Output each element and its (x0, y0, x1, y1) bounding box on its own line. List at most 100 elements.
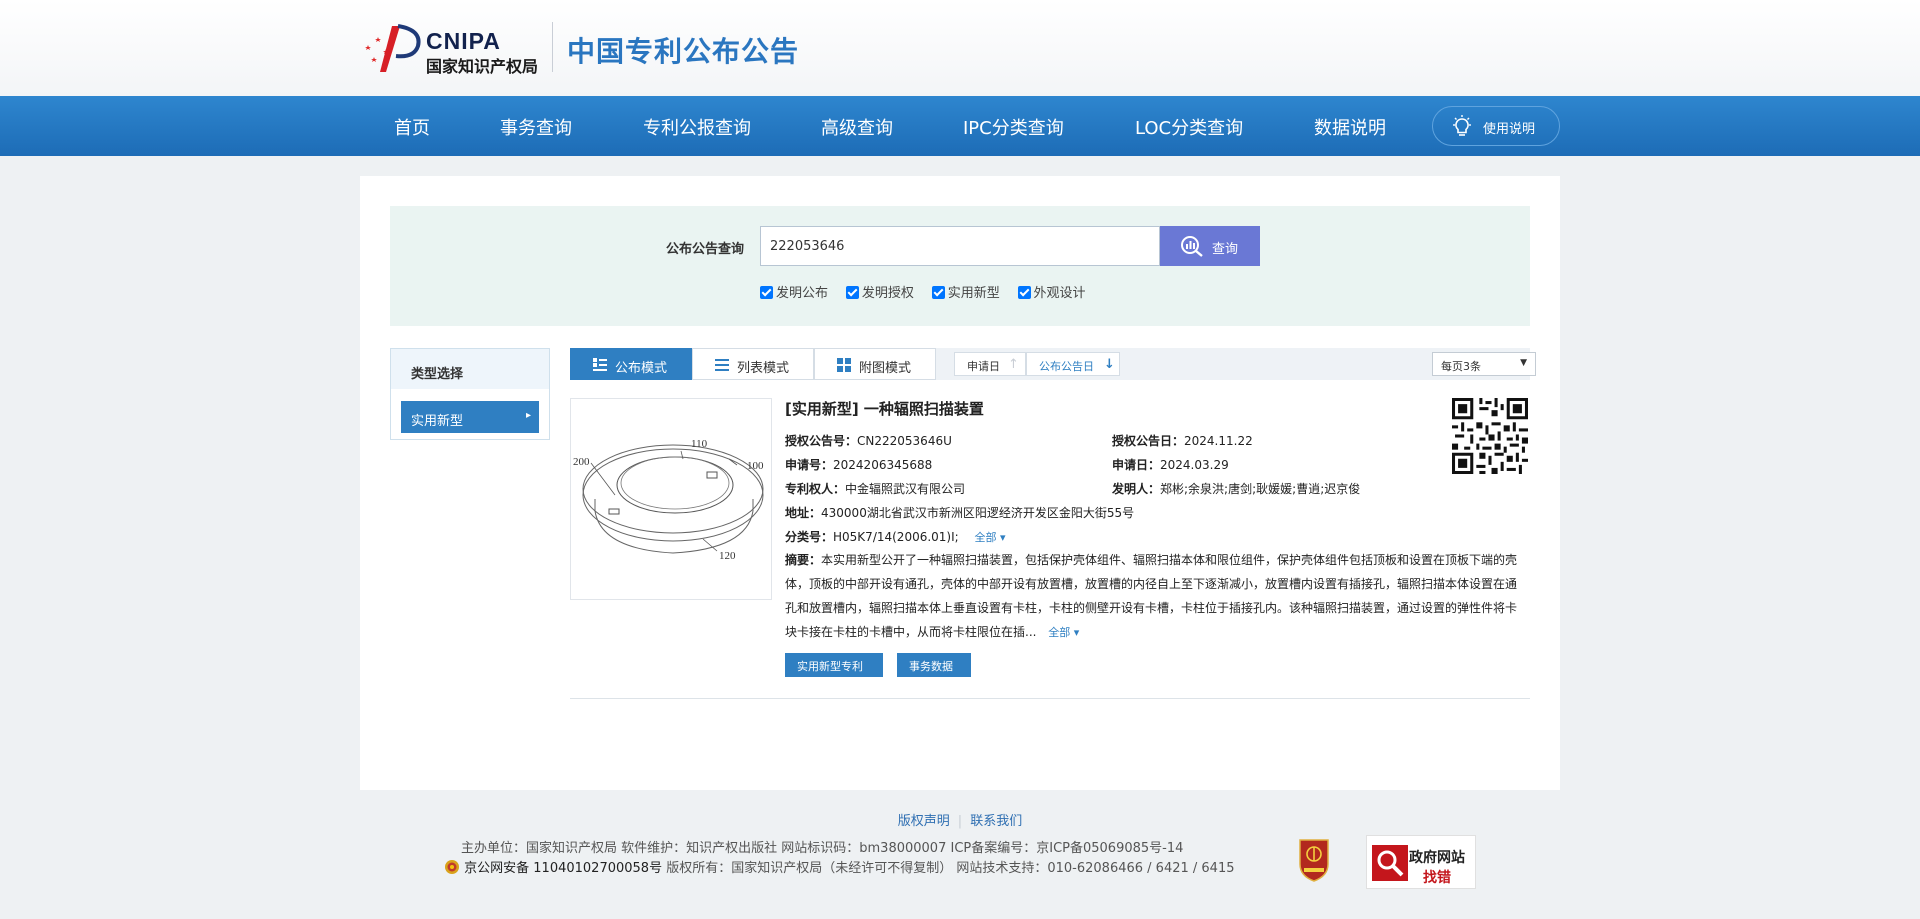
search-button[interactable]: 查询 (1160, 226, 1260, 266)
tab-publication-mode[interactable]: 公布模式 (570, 348, 692, 380)
cnipa-logo[interactable]: CNIPA 国家知识产权局 (362, 20, 542, 76)
field-label: 分类号： (785, 530, 834, 544)
affairs-data-button[interactable]: 事务数据 (897, 653, 971, 677)
field-label: 发明人： (1112, 482, 1161, 496)
help-button[interactable]: 使用说明 (1432, 106, 1560, 146)
type-filter-sidebar: 类型选择 实用新型 ▸ (390, 348, 550, 440)
field-value: H05K7/14(2006.01)I; (833, 530, 959, 544)
main-nav: 首页 事务查询 专利公报查询 高级查询 IPC分类查询 LOC分类查询 数据说明… (0, 96, 1920, 156)
figure-label: 100 (747, 460, 764, 472)
app-date-field: 申请日：2024.03.29 (1112, 456, 1229, 473)
copyright-link[interactable]: 版权声明 (898, 814, 950, 829)
tab-list-mode[interactable]: 列表模式 (692, 348, 814, 380)
checkbox-design[interactable]: 外观设计 (1017, 282, 1086, 301)
field-value: 2024206345688 (833, 458, 933, 472)
caret-down-icon: ▾ (1000, 531, 1006, 544)
field-value: 2024.03.29 (1160, 458, 1229, 472)
utility-patent-button[interactable]: 实用新型专利 (785, 653, 883, 677)
chevron-down-icon: ▼ (1520, 358, 1527, 368)
checkbox-checked-icon (931, 286, 945, 299)
search-box: 公布公告查询 查询 发明公布 发明授权 实用新型 外观设计 (390, 206, 1530, 326)
per-page-value: 每页3条 (1441, 360, 1481, 373)
sidebar-item-label: 实用新型 (411, 414, 464, 429)
logo-en-text: CNIPA (426, 28, 501, 54)
footer-info-line1: 主办单位：国家知识产权局 软件维护：知识产权出版社 网站标识码：bm380000… (461, 841, 1184, 856)
abstract-text: 摘要：本实用新型公开了一种辐照扫描装置，包括保护壳体组件、辐照扫描本体和限位组件… (785, 548, 1527, 645)
grant-pub-date-field: 授权公告日：2024.11.22 (1112, 432, 1253, 449)
badge-line1: 政府网站 (1409, 850, 1465, 866)
checkbox-checked-icon (760, 286, 773, 299)
contact-link[interactable]: 联系我们 (970, 814, 1022, 829)
sort-label: 申请日 (967, 360, 1000, 373)
qr-code-icon (1452, 398, 1528, 474)
tab-label: 公布模式 (615, 361, 668, 376)
tab-label: 附图模式 (859, 361, 912, 376)
sidebar-item-utility-model[interactable]: 实用新型 ▸ (401, 401, 539, 433)
footer-copyright-text: 版权所有：国家知识产权局（未经许可不得复制） 网站技术支持：010-620864… (666, 861, 1235, 876)
tab-figure-mode[interactable]: 附图模式 (814, 348, 936, 380)
badge-line2: 找错 (1423, 870, 1451, 886)
party-government-badge-icon[interactable] (1296, 836, 1332, 882)
search-input[interactable] (760, 226, 1160, 266)
grid-icon (837, 358, 851, 372)
class-no-field: 分类号：H05K7/14(2006.01)I; 全部 ▾ (785, 528, 1006, 545)
sort-label: 公布公告日 (1039, 360, 1094, 373)
inventor-field: 发明人：郑彬;余泉洪;唐剑;耿媛媛;曹逍;迟京俊 (1112, 480, 1360, 497)
result-toolbar: 公布模式 列表模式 附图模式 申请日 ↑ 公布公告日 ↓ 每页3条 ▼ (570, 348, 1536, 380)
class-expand-link[interactable]: 全部 ▾ (975, 531, 1006, 544)
caret-down-icon: ▾ (1073, 626, 1080, 639)
police-record-number[interactable]: 京公网安备 11040102700058号 (464, 861, 662, 876)
result-divider (570, 698, 1530, 699)
nav-item-advanced-query[interactable]: 高级查询 (821, 114, 893, 140)
lightbulb-icon (1453, 115, 1471, 136)
field-label: 授权公告日： (1112, 434, 1185, 448)
field-label: 专利权人： (785, 482, 846, 496)
search-button-label: 查询 (1212, 242, 1239, 257)
link-separator: | (957, 814, 963, 829)
result-title[interactable]: [实用新型] 一种辐照扫描装置 (785, 398, 984, 419)
link-label: 全部 (974, 531, 997, 544)
nav-item-gazette-query[interactable]: 专利公报查询 (643, 114, 751, 140)
magnifier-report-icon (1372, 845, 1408, 881)
footer-links: 版权声明 | 联系我们 (0, 810, 1920, 829)
checkbox-label: 发明授权 (861, 286, 914, 301)
figure-label: 110 (691, 438, 708, 450)
patent-drawing-image: 110 100 200 120 (573, 438, 764, 562)
patent-figure-thumbnail[interactable]: 110 100 200 120 (570, 398, 772, 600)
field-label: 申请日： (1112, 458, 1161, 472)
sort-by-pub-date[interactable]: 公布公告日 ↓ (1026, 352, 1120, 376)
checkbox-label: 实用新型 (947, 286, 1000, 301)
figure-label: 200 (573, 456, 590, 468)
address-field: 地址：430000湖北省武汉市新洲区阳逻经济开发区金阳大街55号 (785, 504, 1134, 521)
field-label: 地址： (785, 506, 822, 520)
field-value: 中金辐照武汉有限公司 (845, 482, 966, 496)
help-button-label: 使用说明 (1483, 122, 1536, 137)
checkbox-label: 发明公布 (776, 286, 829, 301)
site-header: CNIPA 国家知识产权局 中国专利公布公告 (0, 0, 1920, 96)
sort-by-apply-date[interactable]: 申请日 ↑ (954, 352, 1026, 376)
abstract-expand-link[interactable]: 全部 ▾ (1048, 626, 1079, 639)
chevron-right-icon: ▸ (525, 410, 531, 421)
app-no-field: 申请号：2024206345688 (785, 456, 932, 473)
logo-cn-text: 国家知识产权局 (426, 59, 539, 76)
sidebar-title: 类型选择 (391, 349, 549, 389)
nav-item-loc-query[interactable]: LOC分类查询 (1135, 114, 1243, 140)
nav-item-affairs-query[interactable]: 事务查询 (500, 114, 572, 140)
nav-item-ipc-query[interactable]: IPC分类查询 (963, 114, 1064, 140)
type-checkboxes: 发明公布 发明授权 实用新型 外观设计 (760, 282, 1100, 301)
police-badge-icon (445, 860, 459, 874)
checkbox-utility-model[interactable]: 实用新型 (931, 282, 1000, 301)
arrow-down-icon: ↓ (1104, 357, 1115, 372)
arrow-up-icon: ↑ (1008, 357, 1019, 372)
cnipa-emblem-icon (365, 24, 421, 72)
nav-item-home[interactable]: 首页 (394, 114, 430, 140)
per-page-select[interactable]: 每页3条 ▼ (1432, 352, 1536, 376)
field-value: 本实用新型公开了一种辐照扫描装置，包括保护壳体组件、辐照扫描本体和限位组件，保护… (785, 553, 1518, 639)
nav-item-data-description[interactable]: 数据说明 (1314, 114, 1386, 140)
checkbox-invention-publication[interactable]: 发明公布 (760, 282, 828, 301)
figure-label: 120 (719, 550, 736, 562)
link-label: 全部 (1048, 626, 1071, 639)
list-icon (715, 359, 729, 371)
checkbox-invention-grant[interactable]: 发明授权 (845, 282, 914, 301)
gov-site-error-report-badge[interactable]: 政府网站 找错 (1366, 835, 1476, 889)
